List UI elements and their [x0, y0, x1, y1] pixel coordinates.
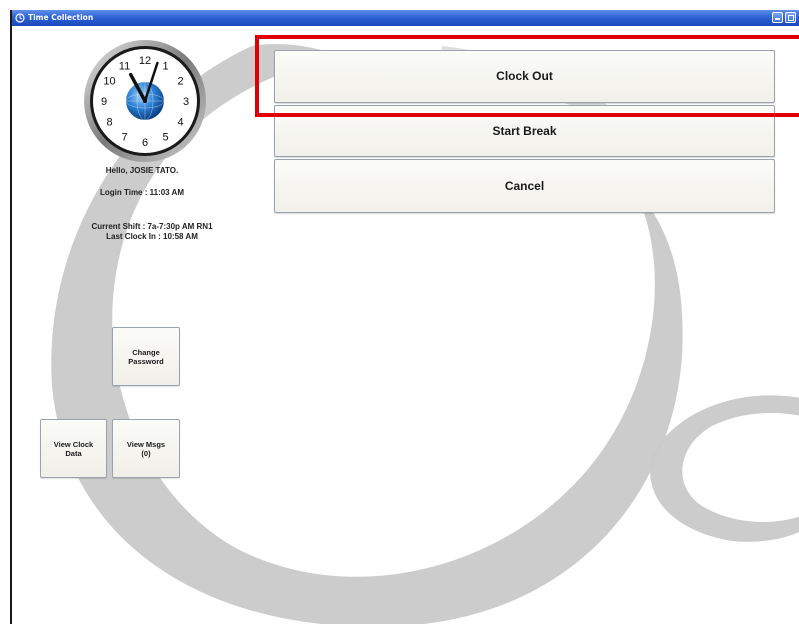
- view-messages-button[interactable]: View Msgs (0): [112, 419, 180, 478]
- clock-number: 6: [142, 137, 148, 149]
- clock-number: 4: [177, 117, 183, 129]
- current-shift: Current Shift : 7a-7:30p AM RN1: [91, 222, 213, 231]
- title-bar: Time Collection: [12, 10, 799, 26]
- clock-number: 8: [106, 117, 112, 129]
- clock-out-button[interactable]: Clock Out: [274, 50, 775, 103]
- minimize-button[interactable]: [772, 12, 783, 23]
- clock-number: 9: [101, 96, 107, 108]
- last-clock-in: Last Clock In : 10:58 AM: [106, 232, 198, 241]
- clock-number: 10: [103, 76, 115, 88]
- clock-number: 5: [162, 132, 168, 144]
- greeting-text: Hello, JOSIE TATO.: [105, 166, 179, 175]
- analog-clock: 12 1234567891011: [84, 40, 206, 162]
- clock-number: 2: [177, 76, 183, 88]
- time-collection-window: Time Collection 12 1 2 3 4 5 6 7 8 9 10 …: [10, 10, 799, 624]
- clock-number: 11: [119, 61, 130, 73]
- clock-number: 12: [139, 55, 151, 67]
- view-clock-data-button[interactable]: View Clock Data: [40, 419, 107, 478]
- start-break-button[interactable]: Start Break: [274, 105, 775, 157]
- change-password-button[interactable]: Change Password: [112, 327, 180, 386]
- restore-button[interactable]: [785, 12, 796, 23]
- window-title: Time Collection: [28, 13, 94, 22]
- clock-number: 1: [162, 61, 168, 73]
- clock-number: 7: [121, 132, 127, 144]
- cancel-button[interactable]: Cancel: [274, 159, 775, 213]
- app-icon: [15, 13, 25, 23]
- clock-number: 3: [183, 96, 189, 108]
- login-time: Login Time : 11:03 AM: [99, 188, 184, 197]
